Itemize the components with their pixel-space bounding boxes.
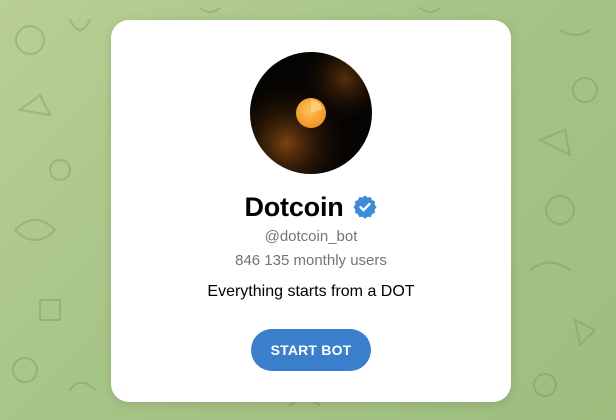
bot-username: @dotcoin_bot xyxy=(264,228,358,245)
verified-badge-icon xyxy=(352,194,378,220)
monthly-users-count: 846 135 monthly users xyxy=(235,252,387,269)
bot-title-row: Dotcoin xyxy=(111,188,511,226)
start-bot-button[interactable]: START BOT xyxy=(251,329,371,371)
bot-title: Dotcoin xyxy=(244,191,344,222)
bot-profile-card: Dotcoin @dotcoin_bot 846 135 monthly use… xyxy=(111,20,511,402)
bot-avatar xyxy=(250,52,372,174)
bot-description: Everything starts from a DOT xyxy=(207,283,415,300)
dotcoin-logo-icon xyxy=(250,52,372,174)
